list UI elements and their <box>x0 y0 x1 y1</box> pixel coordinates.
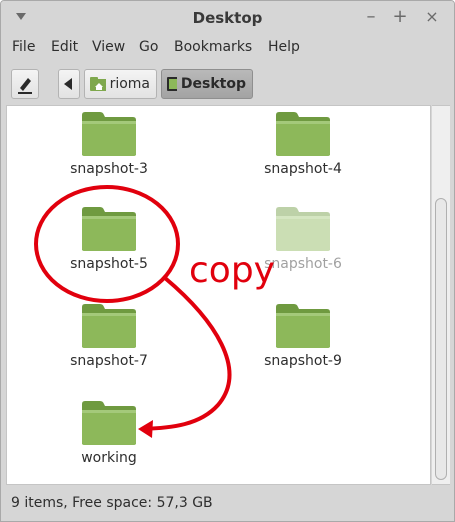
folder-icon <box>276 207 330 251</box>
breadcrumb-desktop[interactable]: Desktop <box>161 69 253 99</box>
folder-item[interactable]: snapshot-7 <box>49 303 169 369</box>
menu-view[interactable]: View <box>92 39 125 55</box>
folder-item[interactable]: snapshot-3 <box>49 111 169 177</box>
folder-icon <box>82 207 136 251</box>
menu-go[interactable]: Go <box>139 39 158 55</box>
title-bar: Desktop – + × <box>1 1 454 35</box>
file-view[interactable]: snapshot-3 snapshot-4 snapshot-5 snapsho… <box>6 105 431 485</box>
breadcrumb-back-button[interactable] <box>58 69 80 99</box>
menu-edit[interactable]: Edit <box>51 39 78 55</box>
folder-icon <box>82 401 136 445</box>
toggle-location-button[interactable] <box>11 69 39 99</box>
home-folder-icon <box>90 77 106 91</box>
vertical-scrollbar[interactable] <box>432 105 450 485</box>
folder-label: snapshot-9 <box>264 353 342 369</box>
annotation-copy-label: copy <box>189 250 275 291</box>
window-title: Desktop <box>192 9 263 27</box>
folder-icon <box>276 112 330 156</box>
folder-icon <box>276 304 330 348</box>
left-arrow-icon <box>64 78 72 90</box>
folder-label: snapshot-3 <box>70 161 148 177</box>
toolbar: rioma Desktop <box>1 63 454 103</box>
menu-file[interactable]: File <box>12 39 35 55</box>
folder-icon <box>82 304 136 348</box>
desktop-icon <box>167 77 177 91</box>
folder-label: working <box>81 450 137 466</box>
status-text: 9 items, Free space: 57,3 GB <box>11 495 213 511</box>
menu-bar: File Edit View Go Bookmarks Help <box>1 35 454 61</box>
folder-item[interactable]: snapshot-4 <box>243 111 363 177</box>
maximize-button[interactable]: + <box>390 7 410 27</box>
breadcrumb-label: Desktop <box>180 76 246 92</box>
breadcrumb-label: rioma <box>109 76 150 92</box>
folder-item[interactable]: working <box>49 400 169 466</box>
folder-item[interactable]: snapshot-9 <box>243 303 363 369</box>
close-button[interactable]: × <box>422 7 442 27</box>
folder-item[interactable]: snapshot-5 <box>49 206 169 272</box>
menu-bookmarks[interactable]: Bookmarks <box>174 39 252 55</box>
minimize-button[interactable]: – <box>361 7 381 27</box>
menu-help[interactable]: Help <box>268 39 300 55</box>
folder-icon <box>82 112 136 156</box>
folder-label: snapshot-7 <box>70 353 148 369</box>
breadcrumb-rioma[interactable]: rioma <box>84 69 157 99</box>
pencil-icon <box>18 78 32 94</box>
status-bar: 9 items, Free space: 57,3 GB <box>1 487 454 521</box>
folder-label: snapshot-4 <box>264 161 342 177</box>
folder-label: snapshot-5 <box>70 256 148 272</box>
scrollbar-thumb[interactable] <box>435 198 447 480</box>
